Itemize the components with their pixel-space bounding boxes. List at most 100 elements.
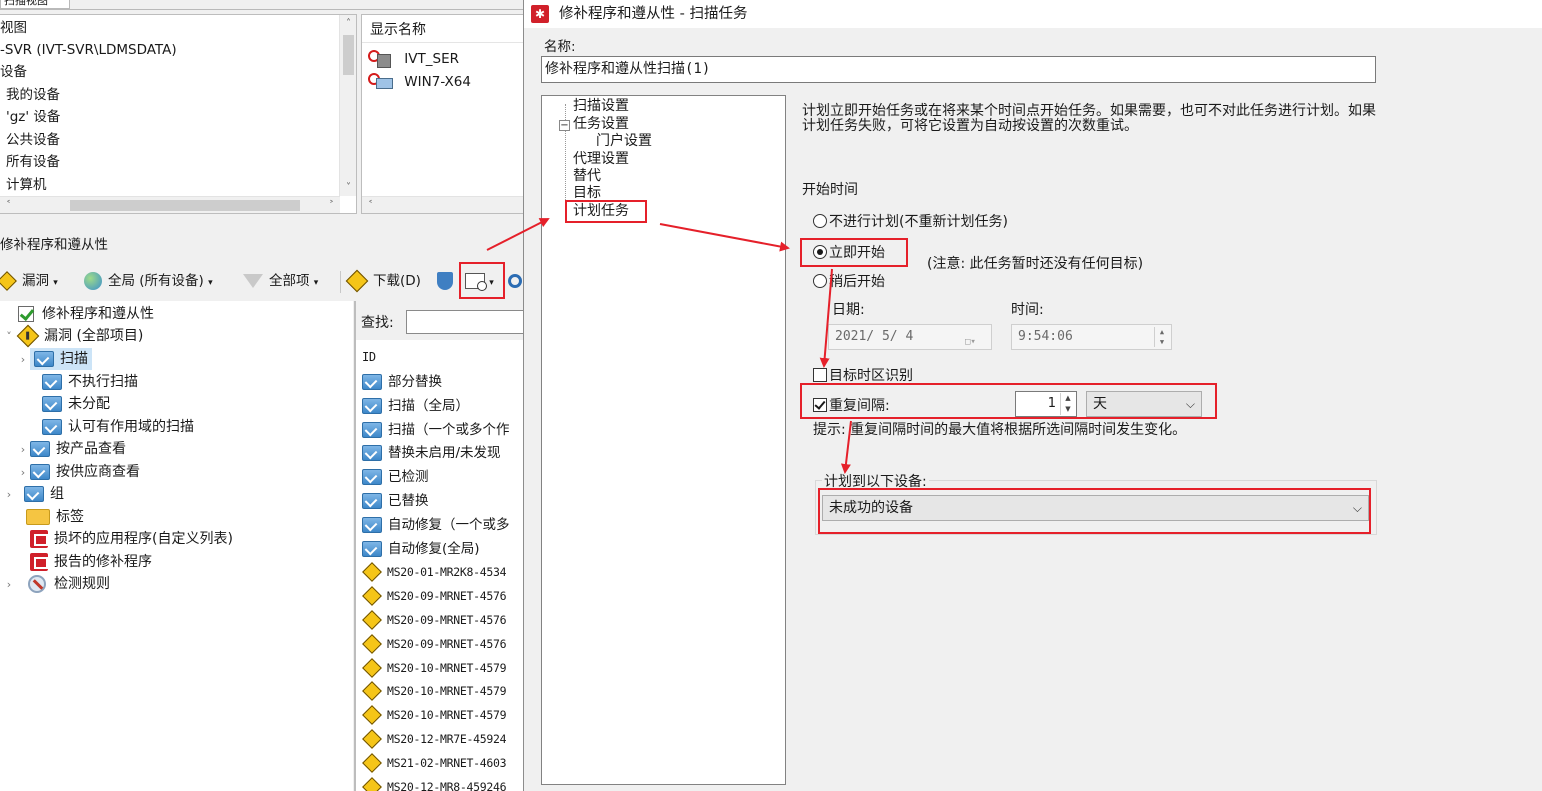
tree-item-scan[interactable]: › 扫描 [16, 348, 92, 371]
tree-item-my-devices[interactable]: 我的设备 [6, 84, 60, 106]
list-item[interactable]: MS20-01-MR2K8-4534 [362, 561, 507, 585]
list-item[interactable]: 部分替换 [362, 371, 442, 395]
list-item[interactable]: MS20-12-MR7E-45924 [362, 728, 507, 752]
scroll-left-icon[interactable]: ˂ [362, 197, 379, 213]
tree-item-devices[interactable]: 设备 [0, 61, 27, 83]
nav-agent-settings[interactable]: 代理设置 [573, 151, 629, 168]
date-picker[interactable]: 2021/ 5/ 4 □▾ [828, 324, 992, 350]
list-item[interactable]: 替换未启用/未发现 [362, 442, 501, 466]
nav-override[interactable]: 替代 [573, 168, 601, 185]
tree-vertical-scrollbar[interactable]: ˄ ˅ [339, 15, 356, 196]
list-item[interactable]: MS20-10-MRNET-4579 [362, 657, 507, 681]
scroll-up-icon[interactable]: ˄ [340, 15, 356, 32]
repeat-interval-checkbox[interactable]: 重复间隔: [813, 395, 890, 415]
nav-scan-settings[interactable]: 扫描设置 [573, 98, 629, 115]
scan-view-tab[interactable]: 扫描视图 [0, 0, 70, 9]
id-column-header[interactable]: ID [362, 346, 376, 370]
shield-refresh-button[interactable] [437, 269, 453, 293]
tree-item-patch-compliance[interactable]: 修补程序和遵从性 [18, 303, 154, 326]
schedule-to-select[interactable]: 未成功的设备 ⌵ [822, 495, 1369, 521]
collapse-chevron-icon[interactable]: ˅ [2, 326, 16, 348]
no-schedule-radio[interactable]: 不进行计划(不重新计划任务) [813, 211, 1008, 231]
expand-chevron-icon[interactable]: › [16, 462, 30, 484]
collapse-box-icon[interactable]: − [559, 120, 570, 131]
download-button[interactable]: 下载(D) [345, 269, 421, 293]
scope-dropdown[interactable]: 全局 (所有设备) ▾ [84, 269, 213, 293]
tree-item-no-scan[interactable]: 不执行扫描 [42, 371, 138, 394]
view-tab-bar: 扫描视图 [0, 0, 527, 10]
repeat-unit-select[interactable]: 天 ⌵ [1086, 391, 1202, 417]
tree-item-all-devices[interactable]: 所有设备 [6, 151, 60, 173]
device-list-pane: 显示名称 IVT_SER WIN7-X64 ˂ [361, 14, 527, 214]
list-item[interactable]: 自动修复（一个或多 [362, 514, 510, 538]
list-item[interactable]: 扫描（全局） [362, 395, 469, 419]
expand-chevron-icon[interactable]: › [16, 349, 30, 371]
tree-item-by-product[interactable]: › 按产品查看 [16, 438, 126, 461]
scroll-thumb[interactable] [343, 35, 354, 75]
scroll-down-icon[interactable]: ˅ [340, 179, 356, 196]
settings-nav-tree: 扫描设置 − 任务设置 门户设置 代理设置 替代 目标 计划任务 [541, 95, 786, 785]
patch-toolbar: 漏洞 ▾ 全局 (所有设备) ▾ 全部项 ▾ 下载(D) ▾ [0, 263, 527, 299]
device-row[interactable]: WIN7-X64 [368, 71, 471, 94]
display-name-header[interactable]: 显示名称 [362, 17, 527, 43]
tree-item-approved-scoped-scans[interactable]: 认可有作用域的扫描 [42, 416, 194, 439]
nav-schedule-task[interactable]: 计划任务 [573, 203, 629, 220]
expand-chevron-icon[interactable]: › [2, 484, 16, 506]
scroll-left-icon[interactable]: ˂ [0, 197, 17, 213]
nav-task-settings[interactable]: 任务设置 [573, 116, 629, 133]
expand-chevron-icon[interactable]: › [2, 574, 16, 596]
list-item[interactable]: MS20-10-MRNET-4579 [362, 704, 507, 728]
list-item[interactable]: 已替换 [362, 490, 429, 514]
device-horizontal-scrollbar[interactable]: ˂ [362, 196, 527, 213]
device-row[interactable]: IVT_SER [368, 48, 459, 71]
tree-item-public-devices[interactable]: 公共设备 [6, 129, 60, 151]
task-name-input[interactable]: 修补程序和遵从性扫描(1) [541, 56, 1376, 83]
list-item[interactable]: MS20-10-MRNET-4579 [362, 680, 507, 704]
nav-portal-settings[interactable]: 门户设置 [596, 133, 652, 150]
vulnerability-dropdown[interactable]: 漏洞 ▾ [0, 269, 58, 293]
chevron-down-icon: ⌵ [1185, 397, 1195, 411]
filter-dropdown[interactable]: 全部项 ▾ [243, 269, 318, 293]
app-logo-icon: ✱ [531, 5, 549, 23]
list-item[interactable]: MS20-09-MRNET-4576 [362, 633, 507, 657]
scan-folder-icon [362, 516, 382, 533]
start-later-radio[interactable]: 稍后开始 [813, 271, 885, 291]
start-time-label: 开始时间 [802, 182, 858, 198]
schedule-task-button[interactable]: ▾ [465, 269, 494, 293]
list-item[interactable]: MS20-12-MR8-459246 [362, 776, 507, 791]
scroll-thumb[interactable] [70, 200, 300, 211]
tree-item-broken-apps[interactable]: 损坏的应用程序(自定义列表) [30, 528, 233, 551]
tree-item-unassigned[interactable]: 未分配 [42, 393, 110, 416]
workstation-offline-icon [368, 73, 394, 91]
start-now-radio[interactable]: 立即开始 [813, 242, 885, 262]
tree-item-labels[interactable]: 标签 [26, 506, 84, 529]
list-item[interactable]: 扫描（一个或多个作 [362, 419, 510, 443]
nav-targets[interactable]: 目标 [573, 185, 601, 202]
tree-item-server[interactable]: -SVR (IVT-SVR\LDMSDATA) [0, 39, 177, 61]
expand-chevron-icon[interactable]: › [16, 439, 30, 461]
scroll-right-icon[interactable]: ˃ [323, 197, 340, 213]
list-item[interactable]: 已检测 [362, 466, 429, 490]
list-item[interactable]: MS20-09-MRNET-4576 [362, 609, 507, 633]
tree-item-detection-rules[interactable]: › 检测规则 [2, 573, 110, 596]
target-timezone-checkbox[interactable]: 目标时区识别 [813, 365, 913, 385]
list-item-label: MS20-12-MR8-459246 [387, 779, 507, 791]
tree-item-by-vendor[interactable]: › 按供应商查看 [16, 461, 140, 484]
settings-gear-icon[interactable] [508, 269, 522, 293]
tree-item-vulnerabilities[interactable]: ˅ 漏洞 (全部项目) [2, 324, 143, 348]
list-item-label: 扫描（一个或多个作 [388, 421, 510, 438]
report-icon [30, 553, 48, 571]
tree-item-computers[interactable]: 计算机 [6, 174, 47, 196]
tree-item-reported-patches[interactable]: 报告的修补程序 [30, 551, 152, 574]
list-item-label: 已检测 [388, 469, 429, 486]
list-item[interactable]: MS21-02-MRNET-4603 [362, 752, 507, 776]
list-item[interactable]: 自动修复(全局) [362, 538, 480, 562]
repeat-interval-spinner[interactable]: 1 ▲ ▼ [1015, 391, 1077, 417]
tree-item-groups[interactable]: › 组 [2, 483, 64, 506]
list-item[interactable]: MS20-09-MRNET-4576 [362, 585, 507, 609]
tree-horizontal-scrollbar[interactable]: ˂ ˃ [0, 196, 340, 213]
time-picker[interactable]: 9:54:06 ▲ ▼ [1011, 324, 1172, 350]
tree-item-view[interactable]: 视图 [0, 17, 27, 39]
search-input[interactable] [406, 310, 527, 334]
tree-item-gz-devices[interactable]: 'gz' 设备 [6, 106, 60, 128]
